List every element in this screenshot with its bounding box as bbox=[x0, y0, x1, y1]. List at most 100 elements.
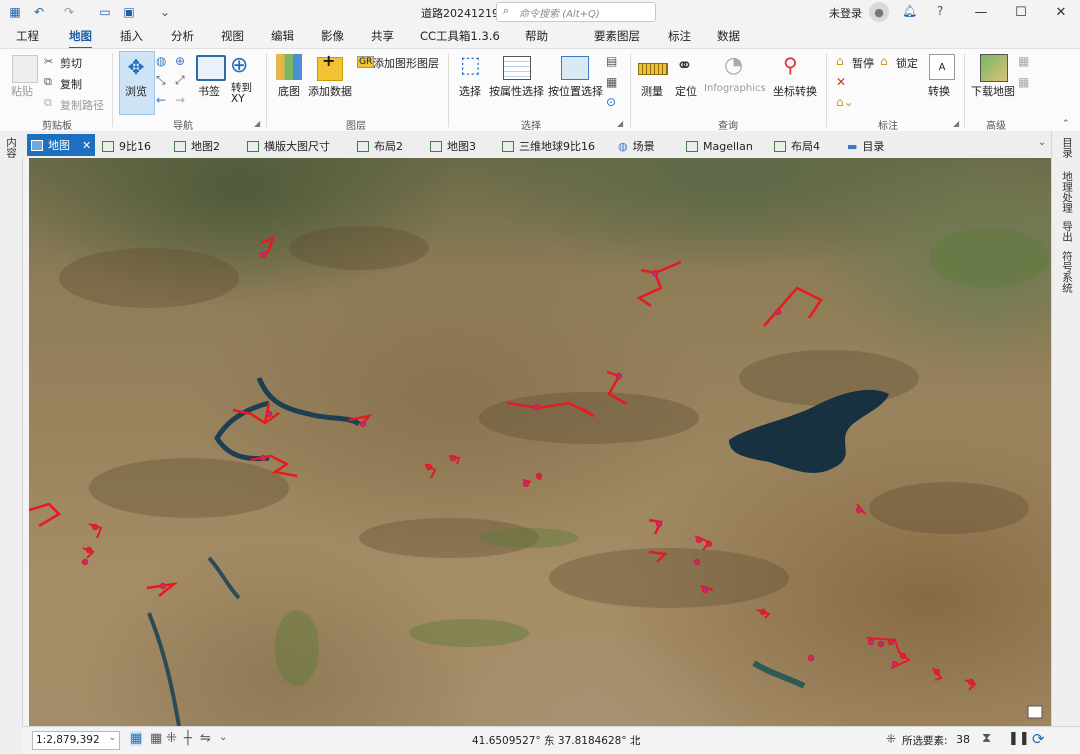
doc-tab-layout2[interactable]: 布局2 bbox=[357, 136, 403, 156]
tab-analysis[interactable]: 分析 bbox=[171, 28, 194, 44]
open-project-icon[interactable]: ▭ bbox=[96, 3, 114, 21]
convert-labels-button[interactable]: 转换 bbox=[928, 83, 950, 99]
coordinate-format-icon[interactable]: ⌄ bbox=[634, 732, 642, 743]
status-options-icon[interactable]: ⌄ bbox=[219, 732, 227, 743]
labeling-launcher-icon[interactable]: ◢ bbox=[953, 119, 959, 128]
scale-selector[interactable]: 1:2,879,392 ⌄ bbox=[32, 731, 120, 750]
tab-share[interactable]: 共享 bbox=[371, 28, 394, 44]
tab-map[interactable]: 地图 bbox=[69, 28, 92, 49]
tab-view[interactable]: 视图 bbox=[221, 28, 244, 44]
fixed-zoom-out-icon[interactable]: ⤢ bbox=[175, 73, 185, 88]
goto-xy-button[interactable]: 转到 XY bbox=[231, 83, 252, 105]
doc-tab-map2[interactable]: 地图2 bbox=[174, 136, 220, 156]
correction-icon[interactable]: ┼ bbox=[184, 731, 192, 746]
zoom-to-selection-icon[interactable]: ⊕ bbox=[175, 54, 185, 68]
doc-tab-scene[interactable]: ◍ 场景 bbox=[618, 136, 655, 156]
attributes-icon[interactable]: ▤ bbox=[606, 54, 617, 68]
more-labeling-icon[interactable]: ⌂⌄ bbox=[836, 95, 854, 109]
coordinate-convert-button[interactable]: 坐标转换 bbox=[773, 83, 817, 99]
copy-button[interactable]: 复制 bbox=[60, 76, 82, 92]
doc-tab-map[interactable]: 地图 ✕ bbox=[27, 134, 96, 156]
view-unplaced-icon[interactable]: ✕ bbox=[836, 75, 846, 89]
previous-extent-icon[interactable]: ← bbox=[156, 93, 166, 107]
constraints-icon[interactable]: ⁜ bbox=[166, 731, 177, 746]
cut-button[interactable]: 剪切 bbox=[60, 55, 82, 71]
sync-icon[interactable]: ▦ bbox=[1018, 54, 1029, 68]
doc-tab-label: 场景 bbox=[632, 140, 655, 153]
collapse-ribbon-icon[interactable]: ⌃ bbox=[1062, 119, 1070, 129]
help-icon[interactable]: ? bbox=[937, 4, 943, 18]
locate-button[interactable]: 定位 bbox=[675, 83, 697, 99]
doc-tab-magellan[interactable]: Magellan bbox=[686, 136, 753, 156]
clear-selection-icon[interactable]: ▦ bbox=[606, 75, 617, 89]
notification-icon[interactable]: 🔔︎ bbox=[902, 4, 917, 18]
select-by-attributes-button[interactable]: 按属性选择 bbox=[489, 83, 544, 99]
doc-tab-layout4[interactable]: 布局4 bbox=[774, 136, 820, 156]
close-button[interactable]: ✕ bbox=[1046, 2, 1076, 22]
minimize-button[interactable]: — bbox=[966, 2, 996, 22]
doc-tab-map3[interactable]: 地图3 bbox=[430, 136, 476, 156]
avatar[interactable]: ● bbox=[869, 2, 889, 22]
doc-tab-catalog[interactable]: ▬ 目录 bbox=[847, 136, 884, 156]
group-label-inquiry: 查询 bbox=[718, 121, 738, 132]
navigate-launcher-icon[interactable]: ◢ bbox=[254, 119, 260, 128]
add-graphics-layer-button[interactable]: 添加图形图层 bbox=[373, 55, 439, 71]
export-pane-tab[interactable]: 导出 bbox=[1060, 221, 1075, 242]
download-map-button[interactable]: 下载地图 bbox=[971, 83, 1015, 99]
basemap-button[interactable]: 底图 bbox=[278, 83, 300, 99]
infographics-button[interactable]: Infographics bbox=[704, 83, 766, 94]
remove-offline-icon[interactable]: ▦ bbox=[1018, 75, 1029, 89]
bookmark-button[interactable]: 书签 bbox=[198, 83, 220, 99]
map-overlay-icon[interactable] bbox=[1027, 705, 1043, 719]
paste-button[interactable]: 粘贴 bbox=[11, 83, 33, 99]
select-button[interactable]: 选择 bbox=[459, 83, 481, 99]
command-search-input[interactable]: ⌕ 命令搜索 (Alt+Q) bbox=[496, 2, 656, 22]
pause-labels-button[interactable]: 暂停 bbox=[852, 55, 874, 71]
undo-icon[interactable]: ↶ bbox=[30, 3, 48, 21]
redo-icon[interactable]: ↷ bbox=[60, 3, 78, 21]
customize-quick-access-icon[interactable]: ⌄ bbox=[156, 3, 174, 21]
snapping-icon[interactable]: ▦ bbox=[130, 731, 143, 746]
tab-data[interactable]: 数据 bbox=[717, 28, 740, 44]
tab-help[interactable]: 帮助 bbox=[525, 28, 548, 44]
tab-labeling[interactable]: 标注 bbox=[668, 28, 691, 44]
contents-pane-collapsed[interactable]: 内容 bbox=[0, 131, 23, 753]
catalog-pane-tab[interactable]: 目录 bbox=[1060, 137, 1075, 158]
close-tab-icon[interactable]: ✕ bbox=[82, 139, 91, 152]
selected-features-count: 38 bbox=[956, 733, 970, 746]
fixed-zoom-in-icon[interactable]: ⤡ bbox=[156, 73, 166, 88]
tab-overflow-icon[interactable]: ⌄ bbox=[1038, 137, 1046, 148]
contents-pane-label[interactable]: 内容 bbox=[4, 137, 19, 158]
maximize-button[interactable]: ☐ bbox=[1006, 2, 1036, 22]
refresh-map-icon[interactable]: ⟳ bbox=[1032, 730, 1045, 748]
measure-button[interactable]: 测量 bbox=[641, 83, 663, 99]
sign-in-status[interactable]: 未登录 bbox=[829, 5, 862, 21]
map-view[interactable] bbox=[29, 158, 1051, 726]
scale-dropdown-icon[interactable]: ⌄ bbox=[108, 733, 116, 743]
copy-path-button[interactable]: 复制路径 bbox=[60, 97, 104, 113]
doc-tab-9x16[interactable]: 9比16 bbox=[102, 136, 151, 156]
next-extent-icon[interactable]: → bbox=[175, 93, 185, 107]
tab-feature-layer[interactable]: 要素图层 bbox=[594, 28, 640, 44]
tab-project[interactable]: 工程 bbox=[16, 28, 39, 44]
refresh-selection-icon[interactable]: ⧗ bbox=[982, 731, 991, 746]
save-icon[interactable]: ▣ bbox=[120, 3, 138, 21]
geoprocessing-pane-tab[interactable]: 地理处理 bbox=[1060, 171, 1075, 213]
group-label-navigate: 导航 bbox=[173, 121, 193, 132]
add-data-button[interactable]: 添加数据 bbox=[308, 83, 352, 99]
selection-launcher-icon[interactable]: ◢ bbox=[617, 119, 623, 128]
select-by-location-button[interactable]: 按位置选择 bbox=[548, 83, 603, 99]
doc-tab-landscape[interactable]: 横版大图尺寸 bbox=[247, 136, 330, 156]
lock-labels-button[interactable]: 锁定 bbox=[896, 55, 918, 71]
symbology-pane-tab[interactable]: 符号系统 bbox=[1060, 251, 1075, 293]
doc-tab-globe[interactable]: 三维地球9比16 bbox=[502, 136, 595, 156]
grid-icon[interactable]: ▦ bbox=[150, 731, 162, 746]
pause-drawing-icon[interactable]: ❚❚ bbox=[1008, 731, 1030, 746]
tab-insert[interactable]: 插入 bbox=[120, 28, 143, 44]
full-extent-icon[interactable]: ◍ bbox=[156, 54, 166, 68]
rotate-icon[interactable]: ⇋ bbox=[200, 731, 211, 746]
tab-cc-toolbox[interactable]: CC工具箱1.3.6 bbox=[420, 28, 500, 44]
zoom-to-selected-icon[interactable]: ⊙ bbox=[606, 95, 616, 109]
tab-imagery[interactable]: 影像 bbox=[321, 28, 344, 44]
tab-edit[interactable]: 编辑 bbox=[271, 28, 294, 44]
